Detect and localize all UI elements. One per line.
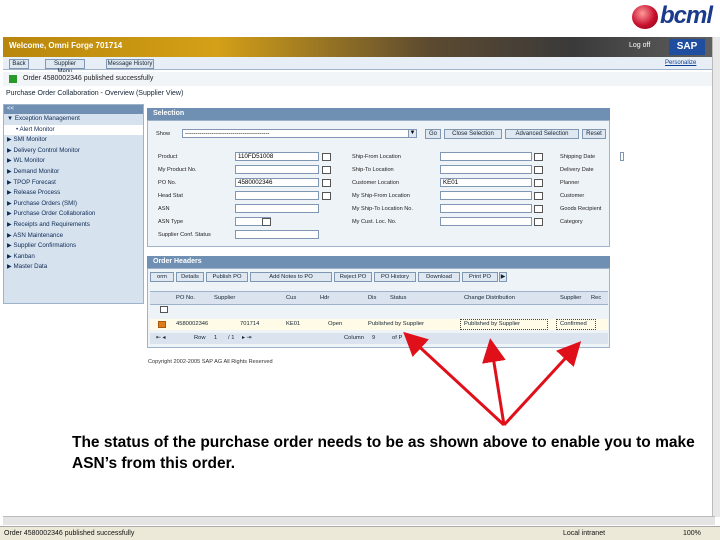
vertical-scrollbar[interactable] (712, 37, 720, 517)
annotation-caption: The status of the purchase order needs t… (72, 434, 695, 472)
zoom-level[interactable]: 100% (683, 530, 701, 537)
arrow-to-supplier-status (502, 341, 582, 427)
arrow-to-status (403, 331, 506, 427)
zone-text: Local intranet (563, 530, 606, 537)
status-text: Order 4580002346 published successfully (4, 530, 135, 537)
browser-status-bar: Order 4580002346 published successfully … (0, 526, 720, 540)
horizontal-scrollbar[interactable] (3, 516, 715, 525)
